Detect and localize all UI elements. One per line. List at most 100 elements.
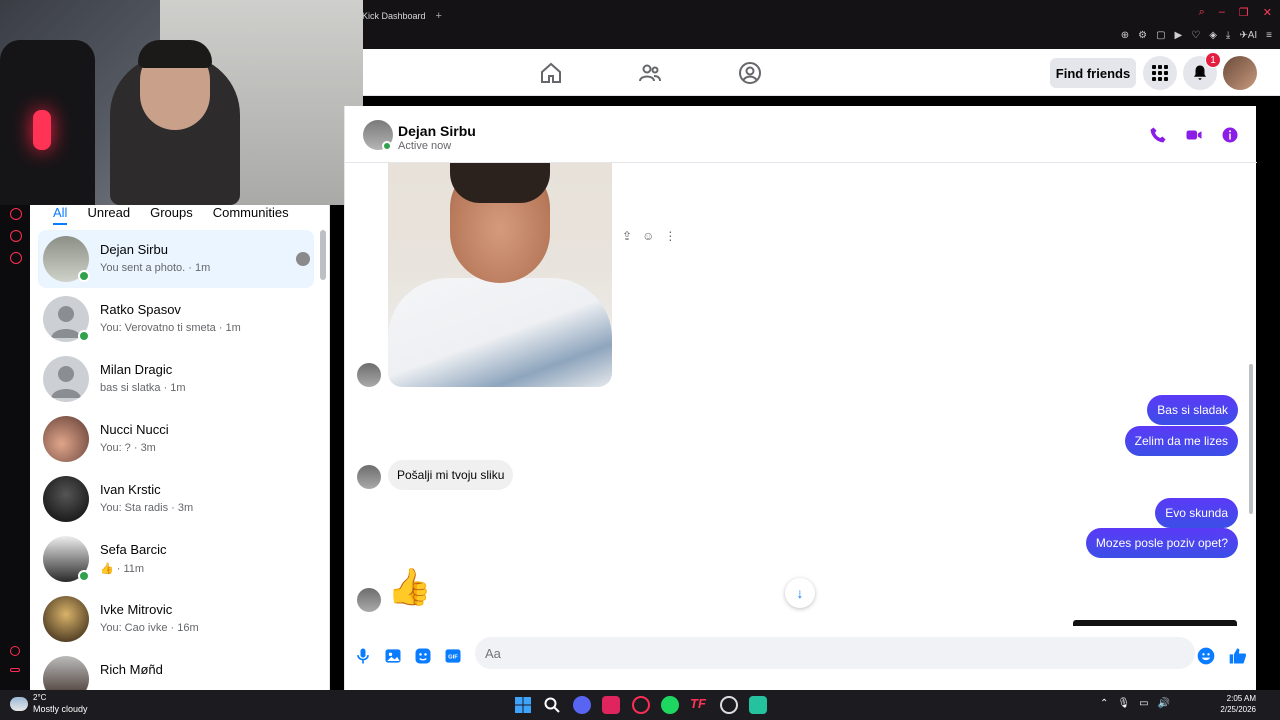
gif-icon[interactable]: GIF: [443, 646, 463, 666]
avatar: [43, 416, 89, 462]
browser-tab[interactable]: Kick Dashboard +: [362, 6, 442, 26]
minimize-icon[interactable]: –: [1219, 6, 1225, 19]
notification-badge: 1: [1205, 52, 1221, 68]
menu-grid-button[interactable]: [1143, 56, 1177, 90]
conversation-name[interactable]: Dejan Sirbu: [398, 123, 476, 139]
webcam-overlay: [0, 0, 363, 205]
scroll-to-bottom-button[interactable]: ↓: [785, 578, 815, 608]
info-icon[interactable]: [1221, 126, 1239, 144]
chat-name: Ivke Mitrovic: [100, 602, 173, 617]
download-icon[interactable]: ⤓: [1226, 30, 1230, 41]
discord-icon[interactable]: [573, 696, 591, 714]
filter-groups[interactable]: Groups: [150, 205, 193, 225]
share-icon[interactable]: ⇪: [622, 229, 632, 243]
browser-toolbar: ⊕ ⚙ ▢ ▶ ♡ ◈ ⤓ ✈AI ≡: [1121, 30, 1272, 41]
like-message[interactable]: 👍: [387, 566, 432, 608]
emoji-icon[interactable]: [1196, 646, 1216, 666]
sender-avatar: [357, 465, 381, 489]
chat-preview: You: Cao ivke · 16m: [100, 622, 199, 634]
mic-icon[interactable]: 🎙: [1117, 698, 1130, 709]
sender-avatar: [357, 588, 381, 612]
chevron-up-icon[interactable]: ⌃: [1100, 698, 1108, 709]
chat-item-rich-mond[interactable]: Rich Møñd: [38, 650, 314, 690]
arrow-down-icon: ↓: [796, 585, 804, 601]
clock-time[interactable]: 2:05 AM: [1227, 694, 1256, 703]
messenger-sidebar-icon[interactable]: [10, 230, 22, 242]
seen-avatar: [296, 252, 310, 266]
chat-item-ivke-mitrovic[interactable]: Ivke Mitrovic You: Cao ivke · 16m: [38, 590, 314, 648]
tf-app-icon[interactable]: TF: [690, 696, 708, 714]
history-icon[interactable]: [10, 208, 22, 220]
message-out[interactable]: Evo skunda: [1155, 498, 1238, 528]
zoom-icon[interactable]: ⊕: [1121, 30, 1129, 41]
chat-name: Ratko Spasov: [100, 302, 181, 317]
restore-icon[interactable]: ❐: [1239, 6, 1249, 19]
message-out[interactable]: Bas si sladak: [1147, 395, 1238, 425]
microphone-icon[interactable]: [353, 646, 373, 666]
avatar: [43, 476, 89, 522]
menu-icon[interactable]: ≡: [1266, 30, 1272, 41]
chat-name: Sefa Barcic: [100, 542, 167, 557]
friends-icon[interactable]: [638, 61, 662, 85]
app-icon[interactable]: [749, 696, 767, 714]
close-icon[interactable]: ✕: [1263, 6, 1272, 19]
chat-item-milan-dragic[interactable]: Milan Dragic bas si slatka · 1m: [38, 350, 314, 408]
chat-item-sefa-barcic[interactable]: Sefa Barcic 👍 · 11m: [38, 530, 314, 588]
message-composer: GIF: [345, 634, 1257, 690]
search-icon[interactable]: [543, 696, 561, 714]
wallet-icon[interactable]: ◈: [1209, 30, 1217, 41]
chat-item-ratko-spasov[interactable]: Ratko Spasov You: Verovatno ti smeta · 1…: [38, 290, 314, 348]
conversation-panel: Dejan Sirbu Active now ⇪ ☺ ⋮ Bas si slad…: [344, 106, 1257, 690]
thumbs-up-icon[interactable]: [1228, 646, 1248, 666]
phone-icon[interactable]: [1149, 126, 1167, 144]
chat-filters: All Unread Groups Communities: [53, 205, 289, 225]
network-icon[interactable]: ▭: [1139, 698, 1148, 709]
chat-list-scrollbar[interactable]: [320, 230, 326, 280]
message-in[interactable]: Pošalji mi tvoju sliku: [388, 460, 514, 490]
ai-icon[interactable]: ✈AI: [1239, 30, 1257, 41]
tab-title[interactable]: Kick Dashboard: [362, 11, 426, 21]
tiktok-icon[interactable]: [602, 696, 620, 714]
chat-item-nucci-nucci[interactable]: Nucci Nucci You: ? · 3m: [38, 410, 314, 468]
clock-date[interactable]: 2/25/2026: [1220, 705, 1256, 714]
speaker-icon[interactable]: 🔊: [1158, 698, 1170, 709]
photo-icon[interactable]: [383, 646, 403, 666]
filter-unread[interactable]: Unread: [87, 205, 130, 225]
find-friends-button[interactable]: Find friends: [1050, 58, 1136, 88]
sticker-icon[interactable]: [413, 646, 433, 666]
player-icon[interactable]: ▶: [1175, 30, 1183, 41]
heart-icon[interactable]: ♡: [1191, 30, 1200, 41]
opera-gx-icon[interactable]: [632, 696, 650, 714]
chat-name: Nucci Nucci: [100, 422, 169, 437]
extension-icon[interactable]: ⚙: [1138, 30, 1147, 41]
message-actions: ⇪ ☺ ⋮: [622, 229, 676, 243]
chrome-icon[interactable]: [720, 696, 738, 714]
message-input[interactable]: [475, 637, 1195, 669]
snapshot-icon[interactable]: ▢: [1156, 30, 1165, 41]
filter-all[interactable]: All: [53, 205, 68, 225]
online-indicator: [78, 570, 90, 582]
more-options-icon[interactable]: ⋮: [664, 229, 676, 243]
home-icon[interactable]: [539, 61, 563, 85]
react-icon[interactable]: ☺: [642, 229, 654, 243]
chat-item-dejan-sirbu[interactable]: Dejan Sirbu You sent a photo. · 1m: [38, 230, 314, 288]
more-icon[interactable]: [10, 668, 20, 672]
gx-sidebar: [0, 200, 30, 690]
conversation-scrollbar[interactable]: [1249, 364, 1253, 514]
account-avatar[interactable]: [1223, 56, 1257, 90]
spotify-icon[interactable]: [661, 696, 679, 714]
profile-icon[interactable]: [738, 61, 762, 85]
new-tab-button[interactable]: +: [436, 10, 442, 22]
chat-item-ivan-krstic[interactable]: Ivan Krstic You: Sta radis · 3m: [38, 470, 314, 528]
shared-photo[interactable]: [388, 163, 612, 387]
message-out[interactable]: Zelim da me lizes: [1124, 426, 1238, 456]
video-call-icon[interactable]: [1185, 126, 1203, 144]
message-out[interactable]: Mozes posle poziv opet?: [1085, 528, 1238, 558]
settings-icon[interactable]: [10, 252, 22, 264]
chat-preview: bas si slatka · 1m: [100, 382, 186, 394]
filter-communities[interactable]: Communities: [213, 205, 289, 225]
windows-start-icon[interactable]: [514, 696, 532, 714]
chat-preview: 👍 · 11m: [100, 562, 144, 575]
bell-icon: [1194, 65, 1206, 80]
search-icon[interactable]: ⌕: [1199, 6, 1205, 19]
